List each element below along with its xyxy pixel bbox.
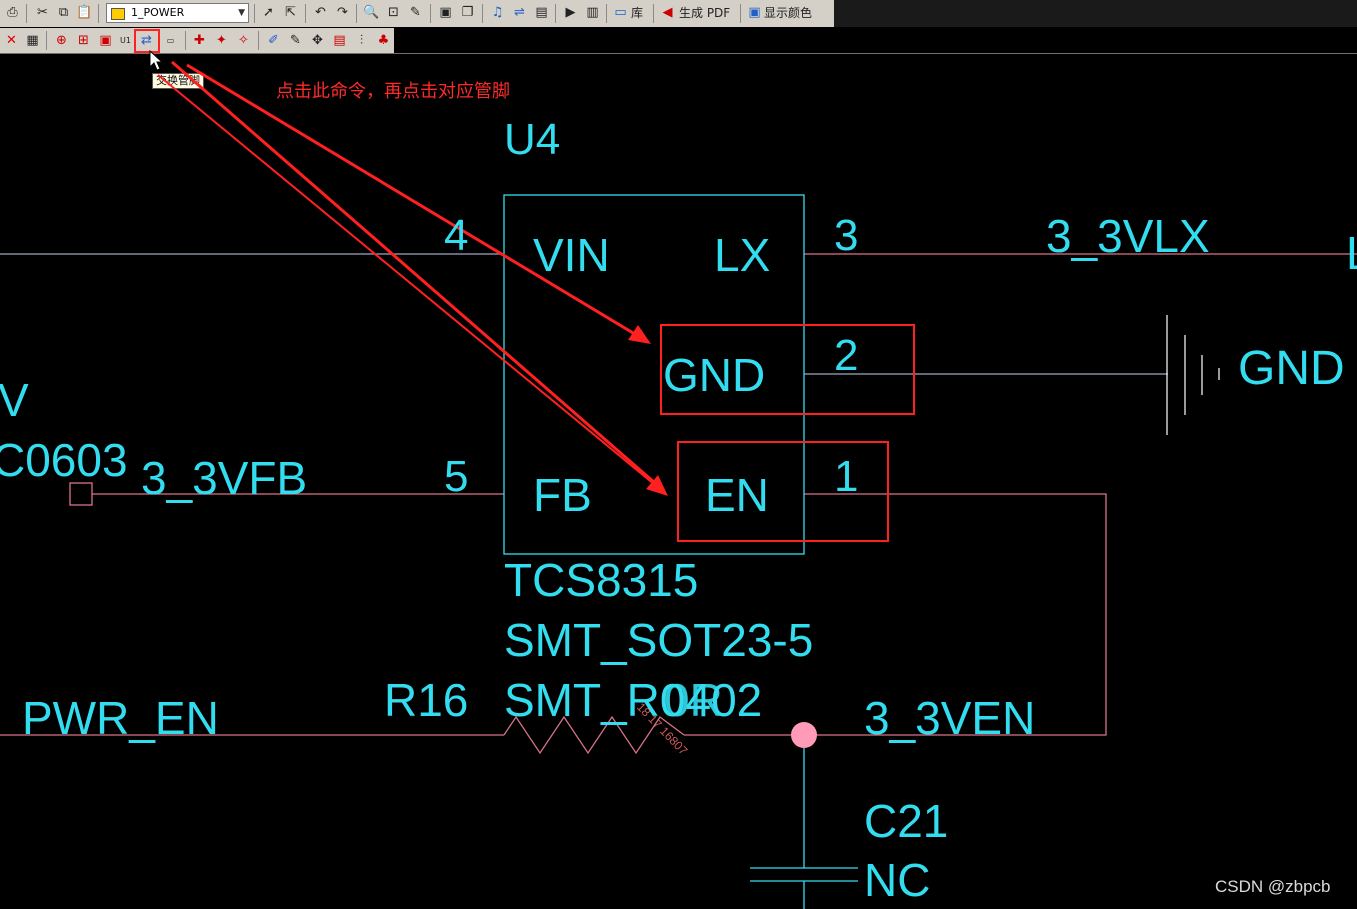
net-label-fb[interactable]: 3_3VFB (141, 455, 307, 501)
pin-name-vin[interactable]: VIN (533, 232, 610, 278)
net-label-lx[interactable]: 3_3VLX (1046, 213, 1210, 259)
pin-name-fb[interactable]: FB (533, 472, 592, 518)
pin-name-en[interactable]: EN (705, 472, 769, 518)
r16-value: 0R (664, 674, 723, 726)
csdn-watermark: CSDN @zbpcb (1215, 877, 1331, 896)
c21-value: NC (864, 854, 931, 906)
r16-refdes[interactable]: R16 (384, 677, 468, 723)
pin-number-lx: 3 (834, 211, 859, 260)
partial-label-v: V (0, 374, 29, 426)
u4-refdes[interactable]: U4 (504, 118, 560, 162)
arrow-to-gnd (186, 63, 639, 338)
r16-footprint: SMT_R0402 (504, 674, 763, 726)
u4-footprint: SMT_SOT23-5 (504, 614, 814, 666)
u4-part-number: TCS8315 (504, 554, 699, 606)
pin-name-lx[interactable]: LX (714, 232, 770, 278)
pin-number-fb: 5 (444, 452, 469, 501)
partial-label-c0603: C0603 (0, 434, 128, 486)
pin-number-gnd: 2 (834, 331, 859, 380)
test-point-square[interactable] (69, 482, 93, 506)
pin-number-en: 1 (834, 452, 859, 501)
net-label-pwr-en[interactable]: PWR_EN (22, 695, 219, 741)
pin-number-vin: 4 (444, 211, 469, 260)
c21-refdes[interactable]: C21 (864, 798, 948, 844)
net-label-en[interactable]: 3_3VEN (864, 695, 1035, 741)
pin-name-gnd[interactable]: GND (663, 352, 765, 398)
junction-dot (791, 722, 817, 748)
net-label-gnd[interactable]: GND (1238, 345, 1345, 393)
partial-label-right: L (1346, 230, 1357, 276)
